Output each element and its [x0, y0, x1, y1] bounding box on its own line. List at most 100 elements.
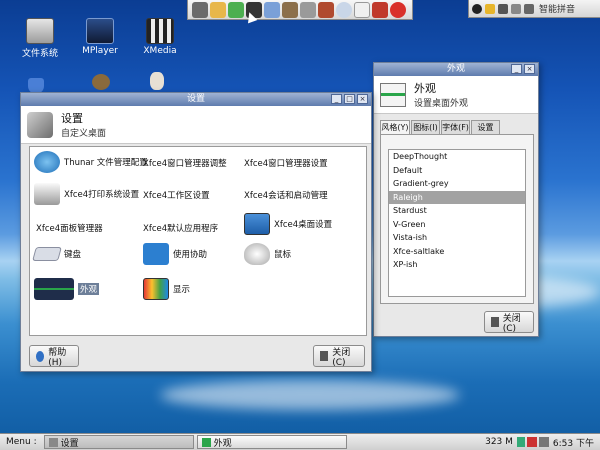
gear-icon[interactable] — [372, 1, 388, 18]
close-icon — [320, 351, 329, 361]
minimize-button[interactable]: _ — [511, 64, 522, 74]
setting-mouse[interactable]: 鼠标 — [244, 243, 291, 265]
menu-button[interactable]: Menu : — [0, 437, 41, 447]
help-button-label: 帮助(H) — [48, 347, 67, 368]
theme-option[interactable]: Xfce-saltlake — [389, 245, 525, 259]
tux-icon[interactable] — [472, 3, 482, 14]
tab-icons[interactable]: 图标(I) — [411, 120, 440, 134]
setting-keyboard[interactable]: 键盘 — [32, 247, 82, 261]
settings-close-button[interactable]: 关闭(C) — [313, 345, 365, 368]
mouse-icon — [244, 243, 270, 265]
tab-style[interactable]: 风格(Y) — [380, 120, 410, 135]
mplayer-icon — [86, 18, 114, 44]
header-subtitle: 自定义桌面 — [61, 129, 107, 139]
desktop-settings-icon — [244, 213, 270, 235]
settings-panel: Thunar 文件管理配置 Xfce4窗口管理器调整 Xfce4窗口管理器设置 … — [29, 146, 367, 336]
setting-session[interactable]: Xfce4会话和启动管理 — [244, 189, 328, 201]
theme-option[interactable]: Stardust — [389, 204, 525, 218]
keyboard-icon — [32, 247, 62, 261]
package-icon[interactable] — [282, 1, 298, 18]
wrench-icon — [27, 111, 53, 138]
setting-label: Thunar 文件管理配置 — [64, 158, 148, 168]
display-icon — [143, 278, 169, 300]
setting-printing[interactable]: Xfce4打印系统设置 — [34, 183, 139, 205]
appearance-header: 外观 设置桌面外观 — [374, 76, 538, 114]
desktop-icon-label: MPlayer — [82, 46, 118, 56]
tab-fonts[interactable]: 字体(F) — [441, 120, 470, 134]
printer-icon — [34, 183, 60, 205]
network-icon[interactable] — [538, 437, 549, 447]
theme-option[interactable]: XP-ish — [389, 258, 525, 272]
theme-option-selected[interactable]: Raleigh — [389, 190, 525, 204]
wrench-icon — [48, 437, 58, 447]
accessibility-icon — [143, 243, 169, 265]
xmedia-icon — [146, 18, 174, 44]
mail-icon[interactable] — [354, 1, 370, 18]
close-icon[interactable]: × — [357, 94, 368, 104]
close-button-label: 关闭(C) — [502, 313, 521, 334]
memory-usage: 323 M — [485, 437, 513, 447]
task-settings[interactable]: 设置 — [43, 435, 194, 449]
setting-default-apps[interactable]: Xfce4默认应用程序 — [143, 222, 218, 234]
setting-workspaces[interactable]: Xfce4工作区设置 — [143, 189, 210, 201]
settings-mini-icon[interactable] — [524, 3, 534, 14]
punct-icon[interactable] — [498, 3, 508, 14]
appearance-close-button[interactable]: 关闭(C) — [484, 311, 534, 334]
header-title: 设置 — [61, 112, 83, 125]
setting-label: 显示 — [173, 285, 191, 295]
ime-label: 智能拼音 — [539, 5, 576, 15]
setting-label: Xfce4打印系统设置 — [64, 190, 140, 200]
desktop-icon-mplayer[interactable]: MPlayer — [70, 18, 130, 56]
ime-icon[interactable] — [485, 3, 495, 14]
task-appearance[interactable]: 外观 — [196, 435, 347, 449]
desktop-icon-label: 文件系统 — [21, 49, 58, 59]
setting-desktop[interactable]: Xfce4桌面设置 — [244, 213, 332, 235]
home-icon[interactable] — [228, 1, 244, 18]
appearance-icon — [201, 437, 211, 447]
setting-label: 鼠标 — [274, 250, 292, 260]
user-icon[interactable] — [192, 1, 208, 18]
theme-option[interactable]: V-Green — [389, 218, 525, 232]
settings-titlebar[interactable]: 设置 _ □ × — [21, 93, 371, 106]
theme-option[interactable]: Gradient-grey — [389, 177, 525, 191]
help-button[interactable]: 帮助(H) — [29, 345, 79, 368]
appearance-titlebar[interactable]: 外观 _ × — [374, 63, 538, 76]
power-icon[interactable] — [390, 1, 406, 18]
tools-icon[interactable] — [300, 1, 316, 18]
setting-panel-manager[interactable]: Xfce4面板管理器 — [36, 222, 103, 234]
setting-label: Xfce4默认应用程序 — [143, 224, 219, 234]
search-icon[interactable] — [336, 1, 352, 18]
setting-wm-tweaks[interactable]: Xfce4窗口管理器调整 — [143, 157, 227, 169]
setting-label: Xfce4桌面设置 — [274, 220, 333, 230]
appearance-icon — [34, 278, 74, 300]
setting-appearance[interactable]: 外观 — [34, 278, 100, 300]
desktop-icon-filesystem[interactable]: 文件系统 — [10, 18, 70, 59]
clock[interactable]: 6:53 下午 — [553, 436, 594, 449]
folder-icon[interactable] — [210, 1, 226, 18]
setting-label: Xfce4窗口管理器调整 — [143, 159, 227, 169]
close-button-label: 关闭(C) — [332, 347, 351, 368]
tab-settings[interactable]: 设置(S) — [471, 120, 500, 145]
setting-wm[interactable]: Xfce4窗口管理器设置 — [244, 157, 328, 169]
task-label: 外观 — [213, 438, 232, 449]
edit-icon[interactable] — [264, 1, 280, 18]
close-icon[interactable]: × — [524, 64, 535, 74]
help-icon — [36, 350, 45, 362]
rabbit-icon[interactable] — [150, 72, 164, 90]
briefcase-icon[interactable] — [318, 1, 334, 18]
keyboard-mini-icon[interactable] — [511, 3, 521, 14]
gimp-icon[interactable] — [92, 74, 110, 90]
minimize-button[interactable]: _ — [331, 94, 342, 104]
theme-option[interactable]: DeepThought — [389, 150, 525, 164]
setting-accessibility[interactable]: 使用协助 — [143, 243, 207, 265]
setting-label: 键盘 — [64, 250, 82, 260]
setting-thunar[interactable]: Thunar 文件管理配置 — [34, 151, 148, 173]
volume-icon[interactable] — [526, 437, 537, 447]
maximize-button[interactable]: □ — [344, 94, 355, 104]
theme-list[interactable]: DeepThought Default Gradient-grey Raleig… — [388, 149, 526, 297]
desktop-icon-xmedia[interactable]: XMedia — [130, 18, 190, 56]
setting-label: Xfce4会话和启动管理 — [244, 191, 328, 201]
setting-display[interactable]: 显示 — [143, 278, 190, 300]
theme-option[interactable]: Default — [389, 164, 525, 178]
theme-option[interactable]: Vista-ish — [389, 231, 525, 245]
